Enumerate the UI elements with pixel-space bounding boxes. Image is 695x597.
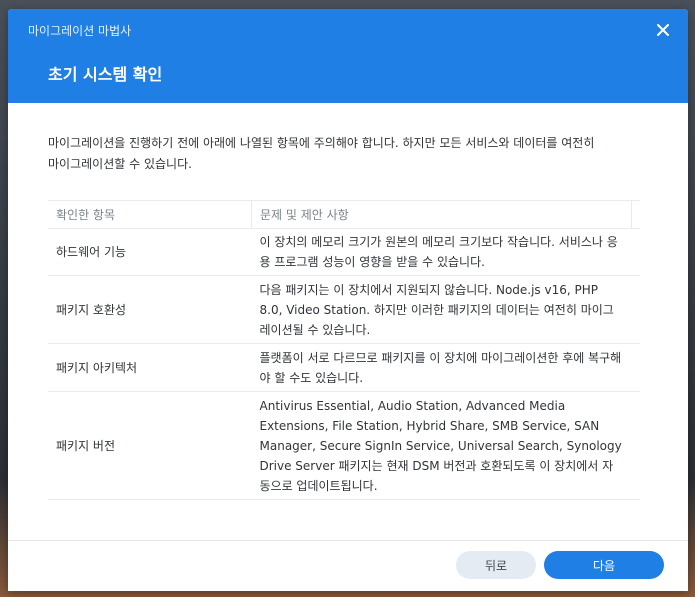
row-detail-package-arch: 플랫폼이 서로 다르므로 패키지를 이 장치에 마이그레이션한 후에 복구해야 … (251, 343, 640, 392)
intro-section: 마이그레이션을 진행하기 전에 아래에 나열된 항목에 주의해야 합니다. 하지… (48, 133, 648, 175)
migration-wizard-dialog: 마이그레이션 마법사 초기 시스템 확인 마이그레이션을 진행하기 전에 아래에… (8, 9, 688, 591)
table-row: 패키지 버전 Antivirus Essential, Audio Statio… (48, 391, 640, 500)
row-detail-hardware: 이 장치의 메모리 크기가 원본의 메모리 크기보다 작습니다. 서비스나 응용… (251, 228, 640, 276)
row-item-package-arch: 패키지 아키텍처 (48, 343, 252, 392)
back-button[interactable]: 뒤로 (456, 551, 536, 579)
table-header-row: 확인한 항목 문제 및 제안 사항 (48, 200, 640, 229)
dialog-footer: 뒤로 다음 (8, 540, 688, 591)
row-detail-package-compat: 다음 패키지는 이 장치에서 지원되지 않습니다. Node.js v16, P… (251, 275, 640, 344)
row-item-package-compat: 패키지 호환성 (48, 275, 252, 344)
table-row: 하드웨어 기능 이 장치의 메모리 크기가 원본의 메모리 크기보다 작습니다.… (48, 228, 640, 276)
close-button[interactable] (652, 19, 674, 41)
row-detail-package-version: Antivirus Essential, Audio Station, Adva… (251, 391, 640, 500)
check-results-table: 확인한 항목 문제 및 제안 사항 하드웨어 기능 이 장치의 메모리 크기가 … (48, 200, 640, 500)
column-header-issue[interactable]: 문제 및 제안 사항 (251, 200, 632, 229)
column-header-spacer (631, 200, 640, 229)
row-item-hardware: 하드웨어 기능 (48, 228, 252, 276)
table-row: 패키지 아키텍처 플랫폼이 서로 다르므로 패키지를 이 장치에 마이그레이션한… (48, 343, 640, 392)
table-row: 패키지 호환성 다음 패키지는 이 장치에서 지원되지 않습니다. Node.j… (48, 275, 640, 344)
intro-line-2: 마이그레이션할 수 있습니다. (48, 157, 192, 171)
intro-text: 마이그레이션을 진행하기 전에 아래에 나열된 항목에 주의해야 합니다. 하지… (48, 133, 648, 175)
window-title: 마이그레이션 마법사 (28, 24, 132, 38)
step-title: 초기 시스템 확인 (48, 65, 163, 84)
dialog-header: 마이그레이션 마법사 초기 시스템 확인 (8, 9, 688, 103)
row-item-package-version: 패키지 버전 (48, 391, 252, 500)
close-icon (657, 24, 669, 36)
column-header-item[interactable]: 확인한 항목 (48, 200, 252, 229)
next-button[interactable]: 다음 (544, 551, 664, 579)
intro-line-1: 마이그레이션을 진행하기 전에 아래에 나열된 항목에 주의해야 합니다. 하지… (48, 136, 595, 150)
